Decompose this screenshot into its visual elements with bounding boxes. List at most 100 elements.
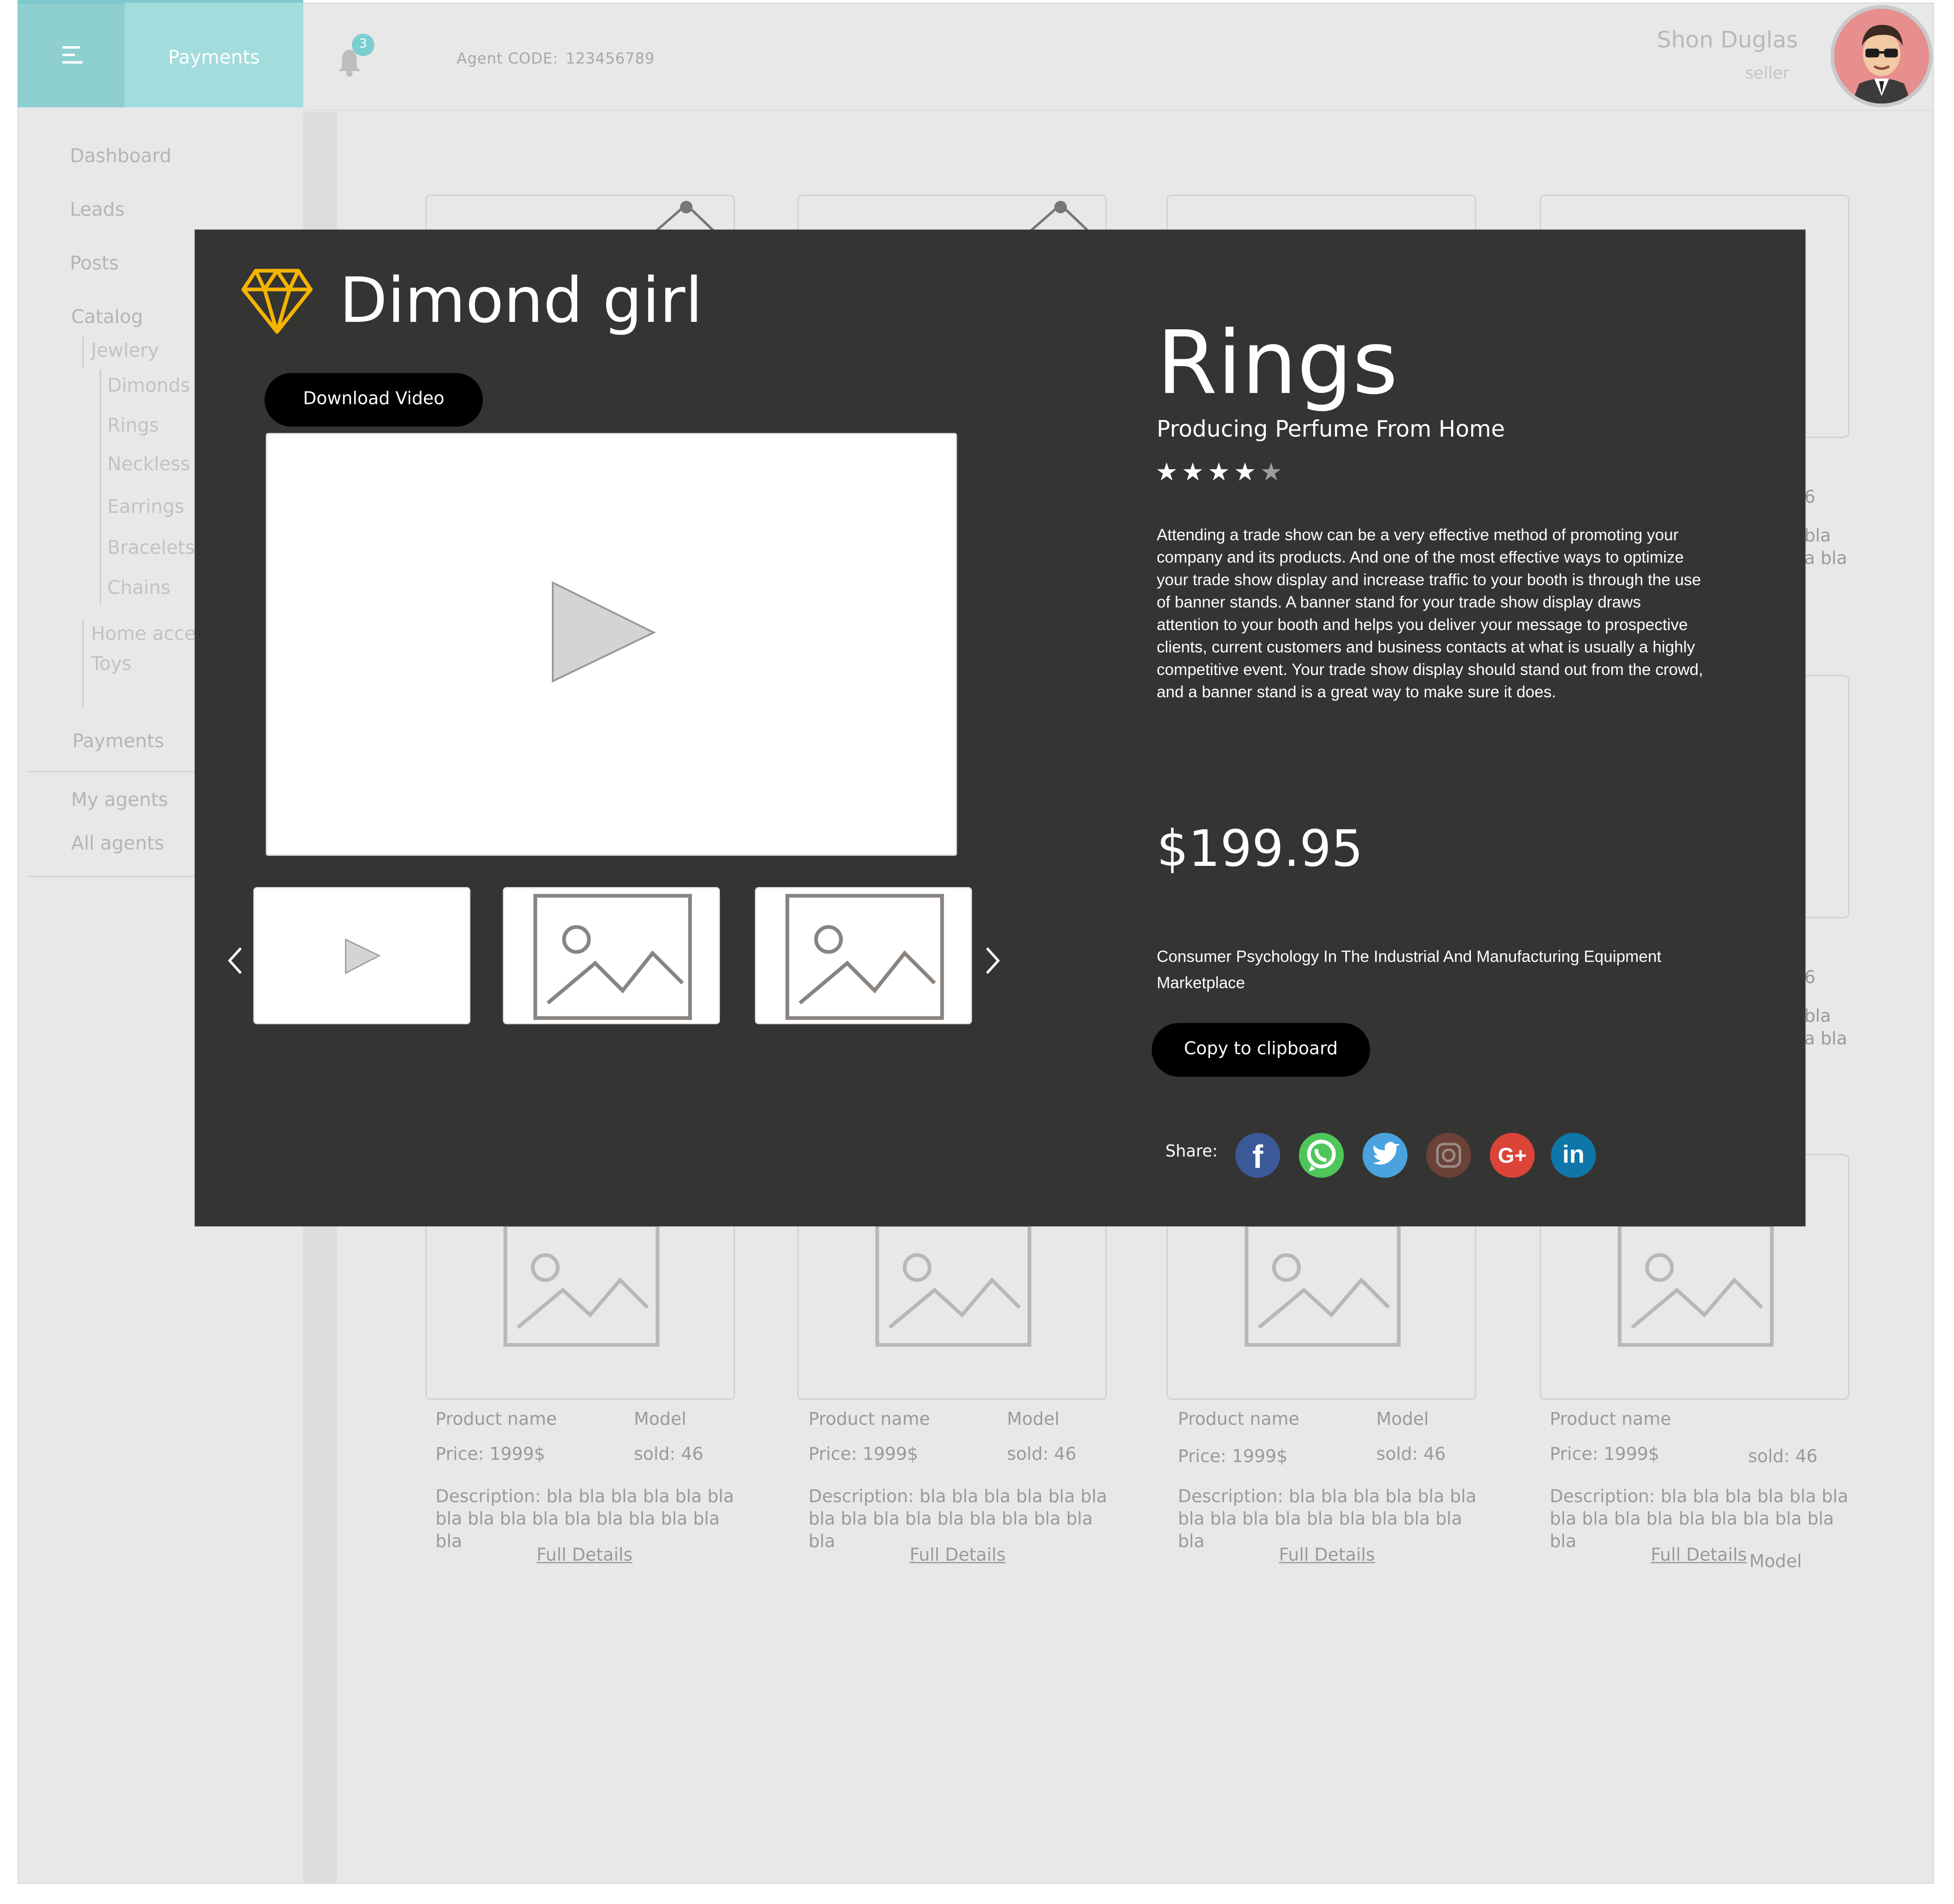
product-tagline: Consumer Psychology In The Industrial An… [1157, 946, 1661, 992]
product-price: Price: 1999$ [1178, 1447, 1288, 1467]
stage: Payments 3 Agent CODE: 123456789 Shon Dug… [0, 0, 1954, 1904]
sidebar-item-toys[interactable]: Toys [91, 653, 132, 675]
menu-button[interactable] [17, 2, 125, 107]
sidebar-item-chains[interactable]: Chains [107, 576, 170, 599]
play-icon [345, 938, 381, 975]
product-subtitle: Producing Perfume From Home [1157, 416, 1505, 443]
star-filled-icon: ★ [1155, 456, 1182, 487]
sidebar-item-neckless[interactable]: Neckless [107, 453, 190, 475]
product-price: Price: 1999$ [435, 1444, 545, 1465]
sidebar-item-dimonds[interactable]: Dimonds [107, 374, 190, 397]
hanger-icon [1030, 201, 1089, 232]
product-description: Description: bla bla bla bla bla bla bla… [808, 1487, 1107, 1552]
product-sold: sold: 46 [1007, 1444, 1076, 1465]
product-price: Price: 1999$ [1550, 1444, 1660, 1465]
sidebar-item-my-agents[interactable]: My agents [71, 788, 168, 811]
notification-badge: 3 [351, 34, 374, 56]
sidebar-item-dashboard[interactable]: Dashboard [70, 145, 171, 167]
agent-code-label: Agent CODE: 123456789 [456, 50, 655, 67]
sidebar-item-leads[interactable]: Leads [70, 199, 125, 221]
image-placeholder-icon [533, 894, 692, 1020]
thumbnail-image[interactable] [503, 887, 720, 1024]
full-details-link[interactable]: Full Details [1651, 1546, 1747, 1565]
header-divider [303, 110, 1934, 111]
menu-icon [62, 46, 80, 49]
twitter-icon[interactable] [1363, 1133, 1408, 1178]
sidebar-divider [27, 876, 195, 877]
whatsapp-icon[interactable] [1299, 1133, 1344, 1178]
image-placeholder-icon [1245, 1223, 1401, 1347]
product-price: $199.95 [1157, 821, 1363, 879]
tree-line [99, 369, 101, 604]
agent-label: Agent CODE: [456, 50, 558, 68]
thumbnail-image[interactable] [755, 887, 972, 1024]
header-tab-payments[interactable]: Payments [124, 2, 304, 107]
star-rating: ★★★★★ [1155, 456, 1286, 486]
copy-to-clipboard-button[interactable]: Copy to clipboard [1152, 1023, 1370, 1077]
sidebar-item-rings[interactable]: Rings [107, 414, 159, 437]
star-filled-icon: ★ [1207, 456, 1234, 487]
product-sold: sold: 46 [1376, 1444, 1446, 1465]
image-placeholder-icon [785, 894, 944, 1020]
card-sold-partial: 6 [1804, 488, 1816, 508]
google-plus-icon[interactable]: G+ [1490, 1133, 1535, 1178]
full-details-link[interactable]: Full Details [910, 1546, 1006, 1565]
star-filled-icon: ★ [1182, 456, 1208, 487]
diamond-icon [241, 267, 313, 339]
chevron-right-icon[interactable] [984, 946, 1002, 975]
share-label: Share: [1165, 1143, 1218, 1162]
user-name: Shon Duglas [1657, 27, 1798, 54]
menu-icon-bar [62, 61, 82, 64]
product-name: Product name [1178, 1409, 1299, 1430]
download-video-button[interactable]: Download Video [264, 373, 483, 427]
play-icon[interactable] [551, 581, 656, 683]
instagram-icon[interactable] [1426, 1133, 1471, 1178]
product-model: Model [1749, 1552, 1802, 1572]
sidebar-item-jewelry[interactable]: Jewlery [91, 339, 159, 362]
hanger-icon [655, 201, 715, 232]
chevron-left-icon[interactable] [226, 946, 243, 975]
sidebar-item-catalog[interactable]: Catalog [71, 306, 143, 328]
product-price: Price: 1999$ [808, 1444, 918, 1465]
full-details-link[interactable]: Full Details [1279, 1546, 1375, 1565]
image-placeholder-icon [1617, 1223, 1774, 1347]
facebook-icon[interactable]: f [1235, 1133, 1281, 1178]
sidebar-item-home-accessories[interactable]: Home acce [91, 623, 196, 645]
product-description: Attending a trade show can be a very eff… [1157, 525, 1703, 701]
thumbnail-video[interactable] [253, 887, 471, 1024]
product-description: Description: bla bla bla bla bla bla bla… [1550, 1487, 1849, 1552]
modal-title: Dimond girl [339, 264, 703, 337]
sidebar-item-payments[interactable]: Payments [72, 730, 164, 753]
card-desc-partial: bla [1804, 526, 1831, 547]
avatar[interactable] [1830, 5, 1933, 107]
product-title: Rings [1157, 312, 1398, 415]
product-description: Description: bla bla bla bla bla bla bla… [435, 1487, 734, 1552]
image-placeholder-icon [503, 1223, 660, 1347]
tree-line [82, 337, 84, 368]
agent-code-value: 123456789 [565, 50, 655, 68]
card-desc-partial: a bla [1804, 1029, 1848, 1050]
product-name: Product name [435, 1409, 557, 1430]
full-details-link[interactable]: Full Details [537, 1546, 632, 1565]
card-desc-partial: a bla [1804, 549, 1848, 569]
product-name: Product name [808, 1409, 930, 1430]
sidebar-item-posts[interactable]: Posts [70, 252, 119, 275]
product-model: Model [1007, 1409, 1059, 1430]
card-desc-partial: bla [1804, 1007, 1831, 1027]
product-model: Model [634, 1409, 686, 1430]
image-placeholder-icon [875, 1223, 1031, 1347]
sidebar-item-all-agents[interactable]: All agents [71, 832, 164, 855]
linkedin-icon[interactable]: in [1551, 1133, 1596, 1178]
card-sold-partial: 6 [1804, 968, 1816, 988]
sidebar-divider [27, 771, 195, 772]
tree-line [82, 620, 84, 707]
sidebar-item-bracelets[interactable]: Bracelets [107, 537, 195, 559]
sidebar-item-earrings[interactable]: Earrings [107, 495, 184, 518]
user-role: seller [1745, 64, 1790, 84]
product-sold: sold: 46 [634, 1444, 703, 1465]
product-name: Product name [1550, 1409, 1671, 1430]
product-description: Description: bla bla bla bla bla bla bla… [1178, 1487, 1477, 1552]
star-empty-icon: ★ [1260, 456, 1286, 487]
video-player[interactable] [265, 432, 957, 856]
product-sold: sold: 46 [1748, 1447, 1818, 1467]
